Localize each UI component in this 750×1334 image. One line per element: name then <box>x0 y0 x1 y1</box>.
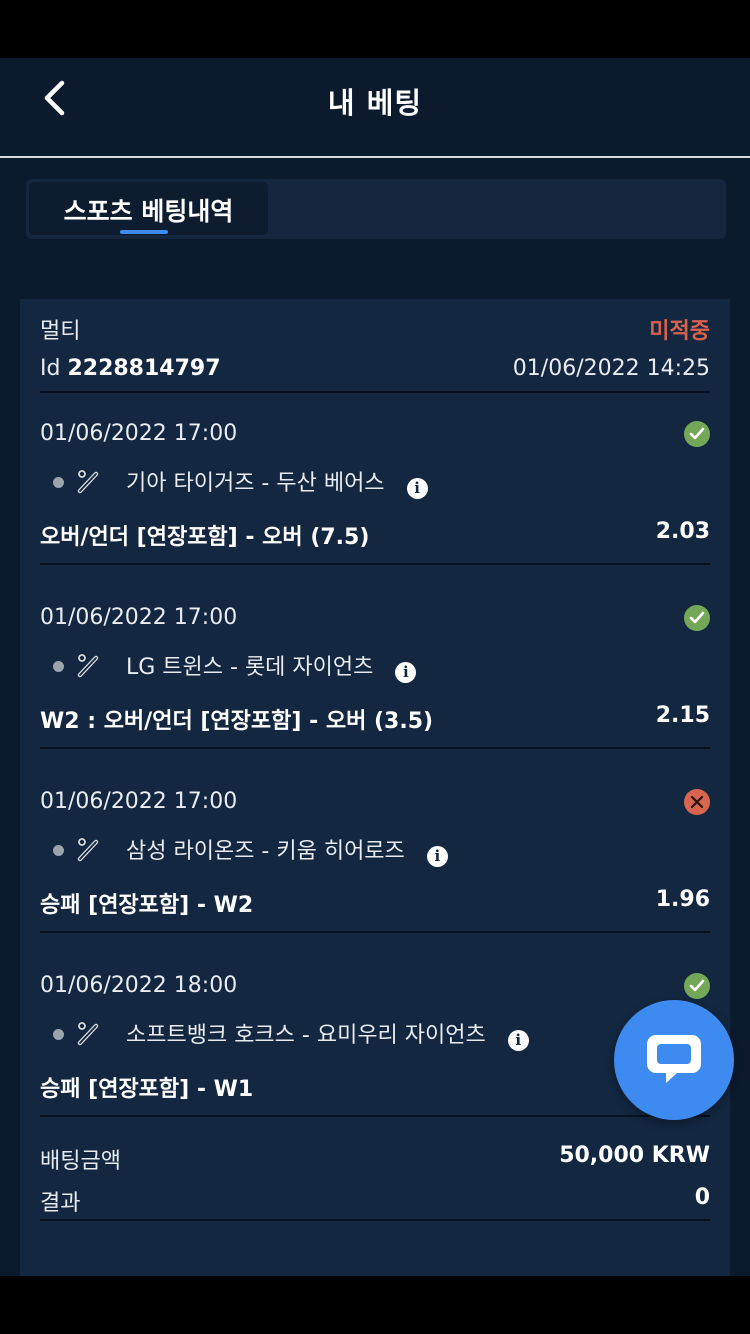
selection-odds: 1.96 <box>655 887 710 912</box>
status-bar <box>0 0 750 58</box>
bet-date: 01/06/2022 14:25 <box>512 356 710 381</box>
selection-match: 기아 타이거즈 - 두산 베어스 i <box>126 465 428 499</box>
selection-market: 승패 [연장포함] - W1 <box>40 1077 254 1102</box>
selection-market: 승패 [연장포함] - W2 <box>40 893 254 918</box>
selection-odds: 2.15 <box>655 703 710 728</box>
selection-market: 오버/언더 [연장포함] - 오버 (7.5) <box>40 525 370 550</box>
status-dot-icon <box>53 845 64 856</box>
bet-type: 멀티 <box>40 319 81 344</box>
selection-time: 01/06/2022 17:00 <box>40 605 238 630</box>
bet-status-badge: 미적중 <box>649 319 710 344</box>
page-title: 내 베팅 <box>327 86 423 120</box>
info-icon[interactable]: i <box>395 662 417 683</box>
chat-bubble-icon <box>647 1035 701 1083</box>
divider <box>40 563 710 565</box>
bet-id-label: Id <box>40 356 61 381</box>
divider <box>40 931 710 933</box>
check-circle-icon <box>684 973 710 999</box>
result-value: 0 <box>694 1185 710 1210</box>
status-dot-icon <box>53 1029 64 1040</box>
tab-label: 스포츠 베팅내역 <box>63 197 234 226</box>
tab-bar: 스포츠 베팅내역 <box>26 179 726 239</box>
selection-time: 01/06/2022 17:00 <box>40 789 238 814</box>
selection-market: W2 : 오버/언더 [연장포함] - 오버 (3.5) <box>40 709 434 734</box>
selection-match: 삼성 라이온즈 - 키움 히어로즈 i <box>126 833 448 867</box>
x-circle-icon <box>684 789 710 815</box>
chat-button[interactable] <box>614 1000 734 1120</box>
selection-item: 01/06/2022 17:00 삼성 라이온즈 - 키움 히어로즈 i 승패 [… <box>20 761 730 945</box>
selection-time: 01/06/2022 18:00 <box>40 973 238 998</box>
baseball-bat-icon <box>77 470 99 494</box>
selection-odds: 2.03 <box>655 519 710 544</box>
baseball-bat-icon <box>77 838 99 862</box>
selection-match-text: 기아 타이거즈 - 두산 베어스 <box>126 471 385 496</box>
selection-item: 01/06/2022 17:00 기아 타이거즈 - 두산 베어스 i 오버/언더… <box>20 393 730 577</box>
selection-match-text: 소프트뱅크 호크스 - 요미우리 자이언츠 <box>126 1023 486 1048</box>
tab-sports-bet-history[interactable]: 스포츠 베팅내역 <box>29 182 268 235</box>
divider <box>40 1115 710 1117</box>
status-dot-icon <box>53 661 64 672</box>
info-icon[interactable]: i <box>406 478 428 499</box>
header: 내 베팅 <box>0 58 750 158</box>
tab-active-indicator <box>120 230 168 234</box>
result-label: 결과 <box>40 1191 81 1216</box>
bet-card[interactable]: 멀티 미적중 Id 2228814797 01/06/2022 14:25 01… <box>20 299 730 1276</box>
check-circle-icon <box>684 605 710 631</box>
selection-time: 01/06/2022 17:00 <box>40 421 238 446</box>
selection-match: 소프트뱅크 호크스 - 요미우리 자이언츠 i <box>126 1017 529 1051</box>
divider <box>40 1219 710 1221</box>
bet-id-value: 2228814797 <box>67 356 221 381</box>
navigation-bar <box>0 1276 750 1334</box>
check-circle-icon <box>684 421 710 447</box>
header-divider <box>0 156 750 158</box>
selection-match-text: 삼성 라이온즈 - 키움 히어로즈 <box>126 839 405 864</box>
info-icon[interactable]: i <box>507 1030 529 1051</box>
selection-match-text: LG 트윈스 - 롯데 자이언츠 <box>126 655 374 680</box>
status-dot-icon <box>53 477 64 488</box>
bet-id: Id 2228814797 <box>40 356 221 381</box>
selection-item: 01/06/2022 17:00 LG 트윈스 - 롯데 자이언츠 i W2 : … <box>20 577 730 761</box>
selection-match: LG 트윈스 - 롯데 자이언츠 i <box>126 649 417 683</box>
stake-value: 50,000 KRW <box>559 1143 710 1168</box>
divider <box>40 747 710 749</box>
baseball-bat-icon <box>77 654 99 678</box>
stake-label: 배팅금액 <box>40 1149 121 1174</box>
baseball-bat-icon <box>77 1022 99 1046</box>
info-icon[interactable]: i <box>426 846 448 867</box>
